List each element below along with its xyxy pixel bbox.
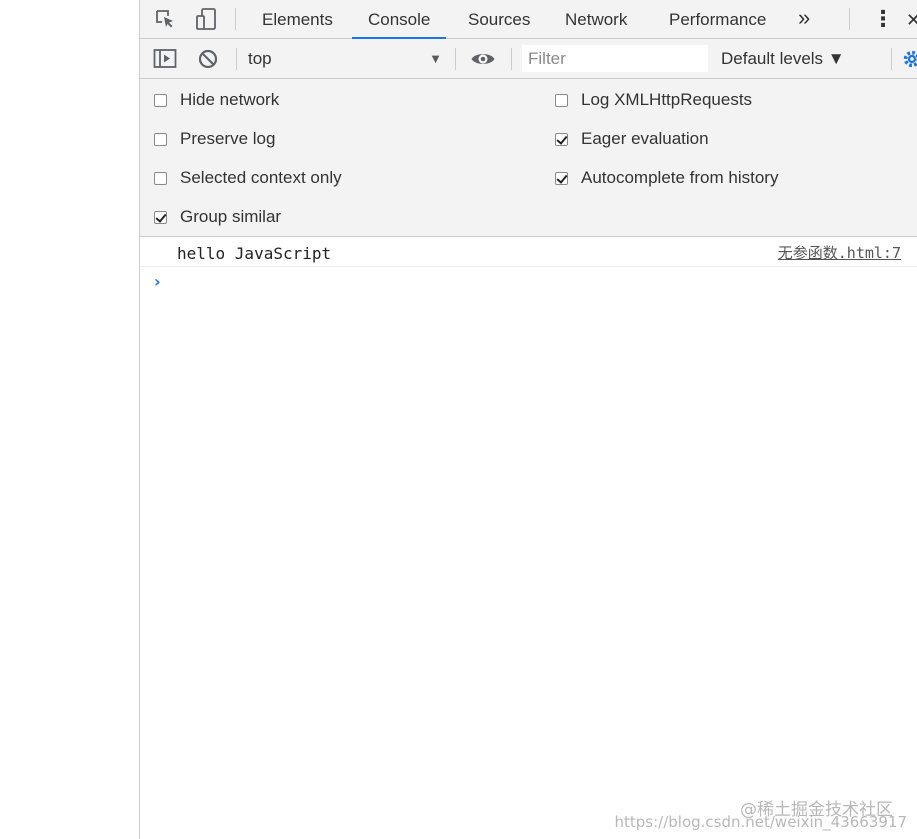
toolbar-divider-2 — [455, 48, 456, 70]
settings-gear-icon[interactable] — [902, 46, 917, 72]
hide-network-checkbox[interactable] — [154, 93, 167, 107]
filter-input[interactable] — [522, 45, 708, 72]
console-message-row: hello JavaScript 无参函数.html:7 — [140, 238, 917, 267]
context-label: top — [248, 49, 272, 68]
devtools-tabbar: Elements Console Sources Network Perform… — [140, 0, 917, 39]
selected-context-only-label: Selected context only — [180, 168, 342, 187]
toolbar-divider-4 — [891, 48, 892, 70]
context-selector[interactable]: top ▼ — [238, 39, 448, 78]
option-group-similar[interactable]: Group similar — [154, 206, 281, 228]
tabbar-divider-right — [849, 8, 850, 30]
group-similar-label: Group similar — [180, 207, 282, 226]
tab-network[interactable]: Network — [565, 0, 627, 38]
preserve-log-label: Preserve log — [180, 129, 276, 148]
option-eager-evaluation[interactable]: Eager evaluation — [555, 128, 709, 150]
prompt-chevron-icon: › — [154, 272, 161, 291]
autocomplete-from-history-label: Autocomplete from history — [581, 168, 779, 187]
clear-console-icon[interactable] — [195, 46, 221, 72]
context-dropdown-icon: ▼ — [429, 51, 442, 66]
option-log-xmlhttprequests[interactable]: Log XMLHttpRequests — [555, 89, 752, 111]
option-preserve-log[interactable]: Preserve log — [154, 128, 275, 150]
group-similar-checkbox[interactable] — [154, 210, 167, 224]
console-message-text: hello JavaScript — [177, 244, 332, 263]
devtools-panel: Elements Console Sources Network Perform… — [139, 0, 917, 839]
more-tabs-icon[interactable]: » — [798, 0, 810, 38]
hide-network-label: Hide network — [180, 90, 280, 109]
live-expression-eye-icon[interactable] — [470, 46, 496, 72]
console-toolbar: top ▼ Default levels ▼ — [140, 39, 917, 79]
preserve-log-checkbox[interactable] — [154, 132, 167, 146]
console-settings-pane: Hide network Preserve log Selected conte… — [140, 79, 917, 237]
console-prompt[interactable]: › — [140, 268, 917, 298]
tab-performance[interactable]: Performance — [669, 0, 766, 38]
option-hide-network[interactable]: Hide network — [154, 89, 279, 111]
toolbar-divider — [236, 48, 237, 70]
device-toolbar-icon[interactable] — [193, 6, 219, 32]
eager-evaluation-label: Eager evaluation — [581, 129, 709, 148]
log-xmlhttprequests-label: Log XMLHttpRequests — [581, 90, 753, 109]
toolbar-divider-3 — [511, 48, 512, 70]
watermark-csdn: https://blog.csdn.net/weixin_43663917 — [614, 813, 907, 831]
log-levels-dropdown[interactable]: Default levels ▼ — [721, 39, 845, 79]
eager-evaluation-checkbox[interactable] — [555, 132, 568, 146]
tab-elements[interactable]: Elements — [262, 0, 333, 38]
tabbar-divider — [235, 8, 236, 30]
inspect-element-icon[interactable] — [152, 6, 178, 32]
log-xmlhttprequests-checkbox[interactable] — [555, 93, 568, 107]
tab-console[interactable]: Console — [352, 0, 447, 39]
option-selected-context-only[interactable]: Selected context only — [154, 167, 342, 189]
close-icon[interactable]: ✕ — [906, 0, 917, 38]
option-autocomplete-from-history[interactable]: Autocomplete from history — [555, 167, 778, 189]
console-message-source-link[interactable]: 无参函数.html:7 — [778, 238, 901, 269]
sidebar-toggle-icon[interactable] — [152, 46, 178, 72]
tab-sources[interactable]: Sources — [468, 0, 530, 38]
selected-context-only-checkbox[interactable] — [154, 171, 167, 185]
menu-icon[interactable]: ⋮ — [872, 0, 894, 38]
page-blank-area — [0, 0, 139, 839]
autocomplete-from-history-checkbox[interactable] — [555, 171, 568, 185]
